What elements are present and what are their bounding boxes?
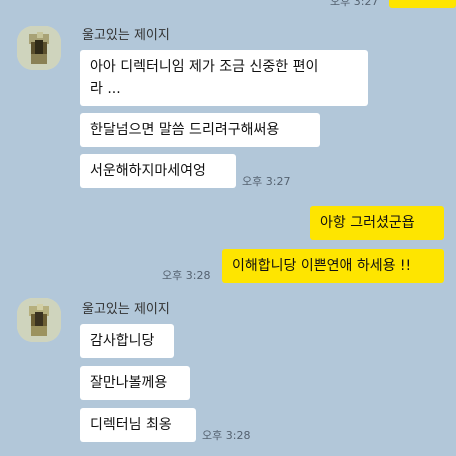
avatar-pixel-icon: [17, 298, 61, 342]
incoming-message-bubble[interactable]: 디렉터님 최옹: [80, 408, 196, 442]
message-timestamp: 오후 3:27: [330, 0, 379, 8]
sender-name: 울고있는 제이지: [82, 302, 170, 317]
message-timestamp: 오후 3:27: [242, 175, 291, 188]
outgoing-message-bubble[interactable]: 이해합니당 이쁜연애 하세용 !!: [222, 249, 444, 283]
outgoing-message-bubble-partial[interactable]: [389, 0, 456, 8]
sender-name: 울고있는 제이지: [82, 28, 170, 43]
incoming-message-bubble[interactable]: 잘만나볼께용: [80, 366, 190, 400]
incoming-message-bubble[interactable]: 한달넘으면 말씀 드리려구해써용: [80, 113, 320, 147]
incoming-message-bubble[interactable]: 아아 디렉터니임 제가 조금 신중한 편이 라 ...: [80, 50, 368, 106]
sender-avatar[interactable]: [17, 26, 61, 70]
message-timestamp: 오후 3:28: [162, 269, 211, 282]
avatar-pixel-icon: [17, 26, 61, 70]
incoming-message-bubble[interactable]: 감사합니당: [80, 324, 174, 358]
sender-avatar[interactable]: [17, 298, 61, 342]
message-timestamp: 오후 3:28: [202, 429, 251, 442]
outgoing-message-bubble[interactable]: 아항 그러셨군욥: [310, 206, 444, 240]
incoming-message-bubble[interactable]: 서운해하지마세여엉: [80, 154, 236, 188]
